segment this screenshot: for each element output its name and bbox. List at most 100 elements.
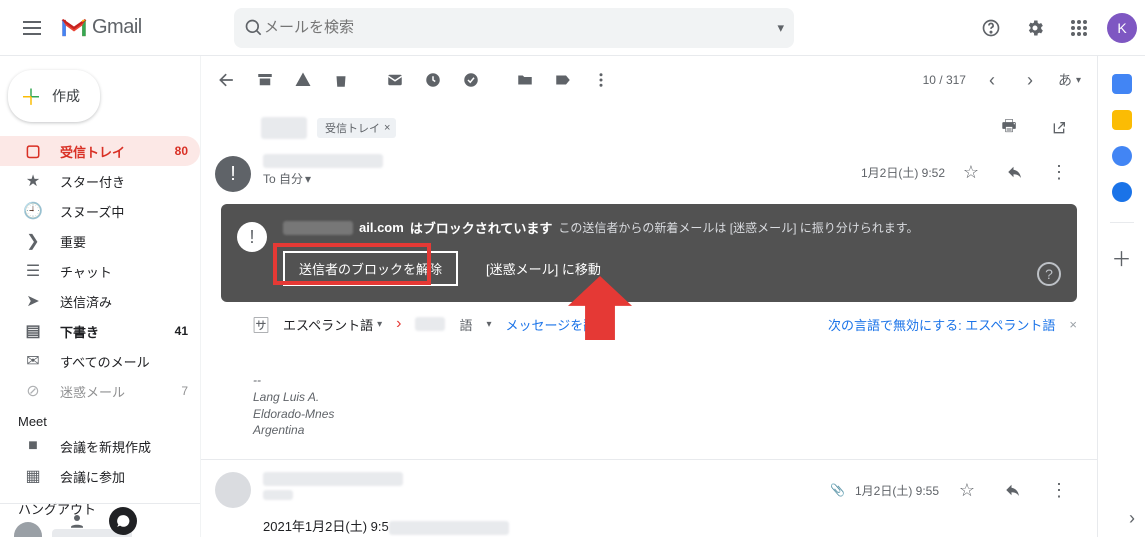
sidebar-item-join-meeting[interactable]: ▦ 会議に参加 (0, 461, 200, 491)
print-button[interactable]: 🖶 (991, 110, 1027, 146)
inbox-icon: ▢ (24, 141, 42, 161)
translate-icon: 🈂 (253, 312, 269, 336)
add-task-button[interactable] (453, 62, 489, 98)
draft-icon: ▤ (24, 321, 42, 341)
allmail-icon: ✉ (24, 351, 42, 371)
remove-label-icon[interactable]: × (384, 122, 390, 134)
contacts-addon-icon[interactable] (1112, 182, 1132, 202)
message-toolbar: 10 / 317 ‹ › あ▾ (201, 56, 1097, 104)
sidebar-footer (0, 503, 200, 537)
sender2-name-redacted (263, 472, 403, 486)
move-to-spam-button[interactable]: [迷惑メール] に移動 (486, 259, 601, 278)
sender-avatar-exclaim: ! (215, 156, 251, 192)
sidebar-item-spam[interactable]: ⊘ 迷惑メール 7 (0, 376, 200, 406)
translate-message-link[interactable]: メッセージを翻訳 (506, 315, 610, 334)
translate-from-lang[interactable]: エスペラント語 ▾ (283, 315, 382, 334)
banner-email-redacted (283, 221, 353, 235)
star-message-button[interactable]: ☆ (953, 154, 989, 190)
message-2-header[interactable]: 📎 1月2日(土) 9:55 ☆ ⋮ (201, 459, 1097, 516)
contacts-button[interactable] (63, 507, 91, 535)
reply-message2-button[interactable] (995, 472, 1031, 508)
mark-unread-button[interactable] (377, 62, 413, 98)
account-avatar[interactable]: K (1107, 13, 1137, 43)
delete-button[interactable] (323, 62, 359, 98)
search-bar[interactable]: ▾ (234, 8, 794, 48)
gmail-logo[interactable]: Gmail (60, 16, 200, 39)
label-chip-inbox[interactable]: 受信トレイ × (317, 118, 396, 138)
labels-button[interactable] (545, 62, 581, 98)
expand-recipients-icon[interactable]: ▾ (305, 172, 311, 186)
header: Gmail ▾ K (0, 0, 1145, 56)
star-icon: ★ (24, 171, 42, 191)
reply-button[interactable] (997, 154, 1033, 190)
more-button[interactable] (583, 62, 619, 98)
next-thread-button[interactable]: › (1012, 62, 1048, 98)
grid-icon: ▦ (24, 466, 42, 486)
sidebar-item-chat[interactable]: ☰ チャット (0, 256, 200, 286)
move-to-button[interactable] (507, 62, 543, 98)
prev-thread-button[interactable]: ‹ (974, 62, 1010, 98)
sidebar-item-starred[interactable]: ★ スター付き (0, 166, 200, 196)
attachment-icon: 📎 (830, 483, 845, 497)
search-input[interactable] (264, 19, 777, 36)
plus-icon: ＋ (20, 80, 42, 112)
hangouts-button[interactable] (109, 507, 137, 535)
settings-button[interactable] (1015, 8, 1055, 48)
unblock-sender-button[interactable]: 送信者のブロックを解除 (283, 251, 458, 286)
disable-translate-link[interactable]: 次の言語で無効にする: エスペラント語 (828, 315, 1055, 334)
sidebar-item-drafts[interactable]: ▤ 下書き 41 (0, 316, 200, 346)
banner-help-button[interactable]: ? (1037, 262, 1061, 286)
sidebar: ＋ 作成 ▢ 受信トレイ 80 ★ スター付き 🕘 スヌーズ中 ❯ 重要 ☰ チ… (0, 56, 200, 537)
clock-icon: 🕘 (24, 201, 42, 221)
sidebar-item-inbox[interactable]: ▢ 受信トレイ 80 (0, 136, 200, 166)
sender-row: ! To 自分 ▾ 1月2日(土) 9:52 ☆ ⋮ (201, 152, 1097, 196)
message2-more-button[interactable]: ⋮ (1041, 472, 1077, 508)
search-options-caret-icon[interactable]: ▾ (777, 20, 784, 36)
message-date: 1月2日(土) 9:52 (861, 164, 945, 181)
apps-button[interactable] (1059, 8, 1099, 48)
sidebar-item-sent[interactable]: ➤ 送信済み (0, 286, 200, 316)
get-addons-button[interactable]: ＋ (1112, 243, 1132, 272)
compose-button[interactable]: ＋ 作成 (8, 70, 100, 122)
sidebar-item-new-meeting[interactable]: ■ 会議を新規作成 (0, 431, 200, 461)
report-spam-button[interactable] (285, 62, 321, 98)
compose-label: 作成 (52, 86, 80, 106)
close-translate-bar[interactable]: × (1069, 317, 1077, 332)
sender-name-redacted (263, 154, 383, 168)
back-button[interactable] (209, 62, 245, 98)
sidebar-item-important[interactable]: ❯ 重要 (0, 226, 200, 256)
sent-icon: ➤ (24, 291, 42, 311)
meet-header: Meet (0, 406, 200, 431)
message-more-button[interactable]: ⋮ (1041, 154, 1077, 190)
side-panel: ＋ (1097, 56, 1145, 537)
message2-body-line: 2021年1月2日(土) 9:5 (263, 516, 1077, 535)
spam-icon: ⊘ (24, 381, 42, 401)
chat-icon: ☰ (24, 261, 42, 281)
star-message2-button[interactable]: ☆ (949, 472, 985, 508)
sidebar-item-snoozed[interactable]: 🕘 スヌーズ中 (0, 196, 200, 226)
gmail-logo-icon (60, 17, 88, 39)
banner-warning-icon: ! (237, 222, 267, 252)
input-tool-toggle[interactable]: あ▾ (1058, 70, 1081, 90)
sidebar-item-allmail[interactable]: ✉ すべてのメール (0, 346, 200, 376)
sender2-avatar (215, 472, 251, 508)
subject-redacted (261, 117, 307, 139)
translate-to-redacted (415, 317, 445, 331)
tasks-addon-icon[interactable] (1112, 146, 1132, 166)
sender2-sub-redacted (263, 490, 293, 500)
translate-bar: 🈂 エスペラント語 ▾ › 語▾ メッセージを翻訳 次の言語で無効にする: エス… (253, 312, 1077, 336)
to-line[interactable]: To 自分 ▾ (263, 170, 383, 187)
important-icon: ❯ (24, 231, 42, 251)
main-pane: 10 / 317 ‹ › あ▾ 受信トレイ × 🖶 ! To 自分 ▾ 1月2 (200, 56, 1097, 537)
keep-addon-icon[interactable] (1112, 110, 1132, 130)
support-button[interactable] (971, 8, 1011, 48)
collapse-sidepanel-button[interactable]: › (1129, 508, 1135, 529)
thread-counter: 10 / 317 (923, 73, 966, 87)
arrow-right-icon: › (396, 315, 401, 333)
search-icon (244, 18, 264, 38)
main-menu-button[interactable] (12, 8, 52, 48)
archive-button[interactable] (247, 62, 283, 98)
snooze-button[interactable] (415, 62, 451, 98)
open-new-window-button[interactable] (1041, 110, 1077, 146)
calendar-addon-icon[interactable] (1112, 74, 1132, 94)
